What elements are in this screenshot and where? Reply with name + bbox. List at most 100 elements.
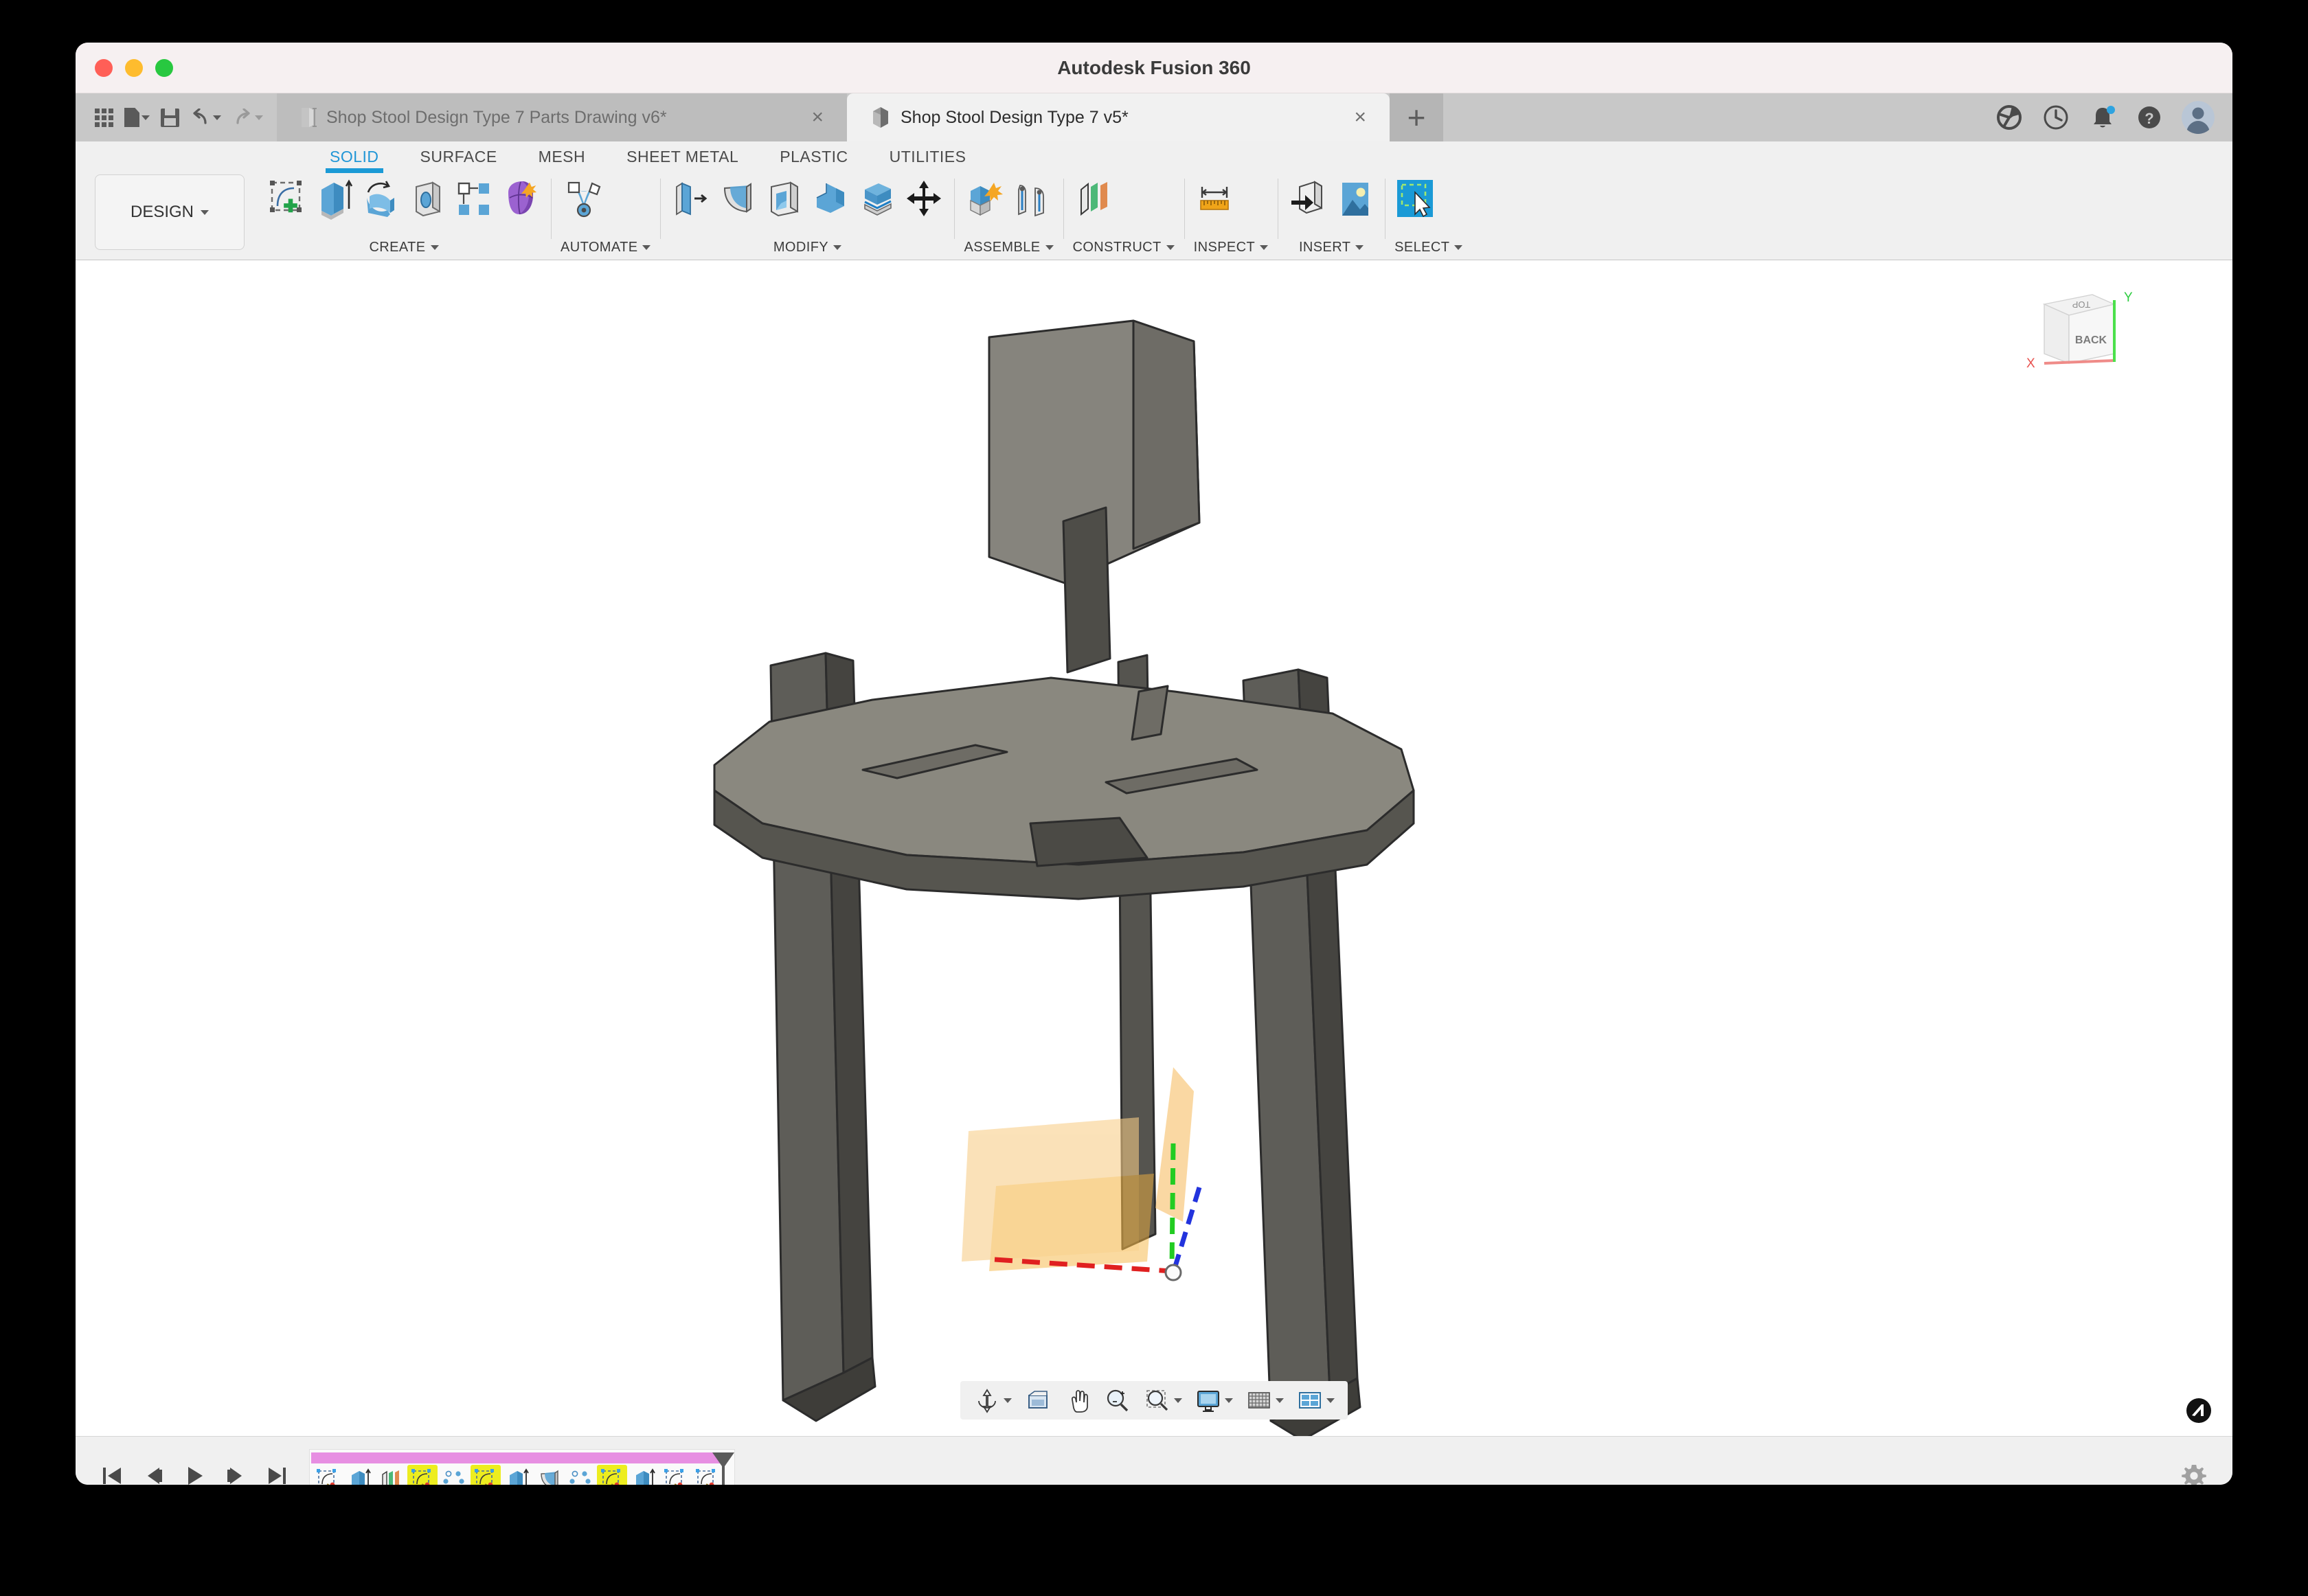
grid-snaps-icon[interactable] — [1241, 1384, 1289, 1416]
select-cursor-icon[interactable] — [1394, 177, 1436, 221]
ribbon-panel-inspect-label[interactable]: INSPECT — [1193, 240, 1269, 258]
timeline-feature-1[interactable] — [313, 1465, 343, 1485]
shop-stool-3d-model[interactable] — [76, 260, 2232, 1436]
timeline-feature-3[interactable] — [376, 1465, 406, 1485]
chevron-down-icon — [1225, 1398, 1233, 1403]
orbit-icon[interactable] — [969, 1384, 1017, 1416]
shell-icon[interactable] — [763, 177, 804, 221]
ribbon-panel-assemble-label[interactable]: ASSEMBLE — [964, 240, 1054, 258]
panel-label-text: MODIFY — [773, 240, 829, 255]
create-form-icon[interactable] — [500, 177, 541, 221]
ribbon-panel-select-label[interactable]: SELECT — [1394, 240, 1463, 258]
document-tabstrip: Shop Stool Design Type 7 Parts Drawing v… — [76, 93, 2232, 141]
timeline-feature-10[interactable] — [597, 1464, 627, 1485]
chevron-down-icon — [1166, 245, 1175, 250]
timeline-feature-11[interactable] — [629, 1465, 659, 1485]
fillet-icon[interactable] — [716, 177, 758, 221]
timeline-feature-6[interactable] — [471, 1464, 501, 1485]
automate-generative-icon[interactable] — [561, 177, 607, 221]
measure-icon[interactable] — [1194, 177, 1235, 221]
ribbon-panel-insert-label[interactable]: INSERT — [1287, 240, 1375, 258]
settings-gear-icon[interactable] — [2179, 1461, 2209, 1485]
ribbon-tab-plastic[interactable]: PLASTIC — [759, 148, 868, 170]
document-tab-drawing[interactable]: Shop Stool Design Type 7 Parts Drawing v… — [277, 93, 847, 141]
ribbon-panel-modify-label[interactable]: MODIFY — [670, 240, 944, 258]
timeline-feature-7[interactable] — [502, 1465, 532, 1485]
autodesk-logo-icon[interactable] — [2186, 1398, 2212, 1424]
document-tab-close-icon[interactable]: × — [811, 107, 824, 128]
ribbon-panel-create: CREATE — [257, 170, 551, 260]
ribbon-tab-surface[interactable]: SURFACE — [400, 148, 518, 170]
undo-icon[interactable] — [186, 104, 225, 130]
ribbon-panel-automate: AUTOMATE — [551, 170, 660, 260]
go-to-beginning-button[interactable] — [100, 1464, 124, 1485]
job-status-icon[interactable] — [2041, 103, 2070, 132]
new-component-icon[interactable] — [964, 177, 1005, 221]
workspace-selector[interactable]: DESIGN — [95, 174, 245, 250]
hole-icon[interactable] — [407, 177, 448, 221]
account-avatar[interactable] — [2182, 101, 2215, 134]
timeline-group-bar[interactable] — [311, 1452, 721, 1463]
combine-icon[interactable] — [810, 177, 851, 221]
revolve-icon[interactable] — [360, 177, 401, 221]
pan-icon[interactable] — [1059, 1384, 1096, 1416]
insert-derive-icon[interactable] — [1287, 177, 1328, 221]
extrude-icon[interactable] — [313, 177, 354, 221]
insert-canvas-icon[interactable] — [1334, 177, 1375, 221]
view-navigation-bar — [960, 1381, 1348, 1420]
move-copy-icon[interactable] — [903, 177, 944, 221]
file-icon[interactable] — [120, 104, 154, 131]
ribbon-tab-sheet-metal[interactable]: SHEET METAL — [606, 148, 759, 170]
extensions-icon[interactable] — [1995, 103, 2024, 132]
notifications-bell-icon[interactable] — [2088, 103, 2117, 132]
redo-icon[interactable] — [228, 104, 267, 130]
offset-plane-icon[interactable] — [1073, 177, 1114, 221]
ribbon-panel-inspect: INSPECT — [1184, 170, 1278, 260]
ribbon-tab-solid[interactable]: SOLID — [309, 148, 400, 173]
viewports-icon[interactable] — [1291, 1384, 1339, 1416]
ribbon-panel-construct-label[interactable]: CONSTRUCT — [1073, 240, 1175, 258]
press-pull-icon[interactable] — [670, 177, 711, 221]
look-at-icon[interactable] — [1019, 1384, 1056, 1416]
zoom-window-icon[interactable] — [1139, 1384, 1187, 1416]
timeline-feature-5[interactable] — [439, 1465, 469, 1485]
step-back-button[interactable] — [142, 1464, 165, 1485]
panel-label-text: INSPECT — [1193, 240, 1256, 255]
notification-badge — [2107, 106, 2115, 114]
ribbon-panel-create-label[interactable]: CREATE — [267, 240, 541, 258]
timeline-feature-12[interactable] — [660, 1465, 690, 1485]
ribbon-tab-mesh[interactable]: MESH — [518, 148, 606, 170]
ribbon-tab-utilities[interactable]: UTILITIES — [869, 148, 987, 170]
ribbon-panel-select: SELECT — [1385, 170, 1472, 260]
help-icon[interactable]: ? — [2135, 103, 2164, 132]
panel-label-text: SELECT — [1394, 240, 1450, 255]
go-to-end-button[interactable] — [265, 1464, 288, 1485]
joint-icon[interactable] — [1010, 177, 1052, 221]
viewcube-front-face — [2068, 304, 2115, 364]
chevron-down-icon — [1454, 245, 1463, 250]
save-icon[interactable] — [157, 104, 183, 131]
zoom-icon[interactable] — [1099, 1384, 1136, 1416]
timeline-track[interactable] — [309, 1448, 736, 1485]
play-button[interactable] — [183, 1464, 206, 1485]
new-tab-button[interactable]: + — [1390, 93, 1443, 141]
split-face-icon[interactable] — [857, 177, 898, 221]
ribbon-panel-automate-label[interactable]: AUTOMATE — [561, 240, 651, 258]
display-settings-icon[interactable] — [1190, 1384, 1238, 1416]
step-forward-button[interactable] — [224, 1464, 247, 1485]
timeline-feature-4[interactable] — [407, 1464, 438, 1485]
save-glyph — [161, 108, 179, 127]
app-grid-icon[interactable] — [91, 104, 117, 131]
3d-viewport-canvas[interactable]: TOP BACK X Y — [76, 260, 2232, 1436]
viewcube[interactable]: TOP BACK X Y — [2006, 280, 2143, 383]
timeline-feature-2[interactable] — [344, 1465, 374, 1485]
panel-label-text: ASSEMBLE — [964, 240, 1041, 255]
quick-access-toolbar — [76, 93, 277, 141]
document-tab-close-icon[interactable]: × — [1354, 107, 1366, 128]
timeline-feature-9[interactable] — [565, 1465, 596, 1485]
pattern-icon[interactable] — [453, 177, 495, 221]
timeline-feature-8[interactable] — [534, 1465, 564, 1485]
create-sketch-icon[interactable] — [267, 177, 308, 221]
timeline-end-marker[interactable] — [711, 1451, 736, 1485]
document-tab-design[interactable]: Shop Stool Design Type 7 v5* × — [847, 93, 1390, 141]
